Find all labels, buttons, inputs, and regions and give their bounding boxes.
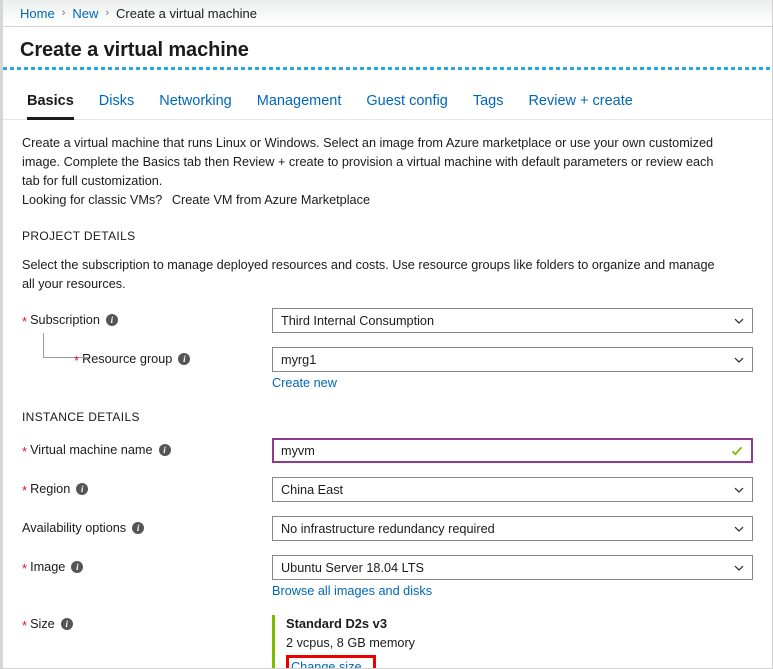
info-icon[interactable]: i [76, 483, 89, 495]
info-icon[interactable]: i [60, 618, 73, 630]
required-asterisk: * [22, 482, 28, 498]
tab-basics[interactable]: Basics [27, 93, 74, 120]
resource-group-label-group: * Resource group i [22, 347, 272, 368]
resource-group-field-col: myrg1 Create new [272, 347, 753, 390]
tab-bar: Basics Disks Networking Management Guest… [3, 84, 772, 120]
create-new-resource-group-link[interactable]: Create new [272, 376, 337, 390]
breadcrumb: Home › New › Create a virtual machine [3, 0, 772, 27]
image-row: * Image i Ubuntu Server 18.04 LTS Browse… [22, 555, 755, 598]
basics-form: Create a virtual machine that runs Linux… [3, 120, 772, 668]
valid-check-icon [731, 445, 743, 457]
project-details-description: Select the subscription to manage deploy… [22, 258, 715, 291]
classic-vm-question: Looking for classic VMs? [22, 193, 163, 207]
required-asterisk: * [22, 313, 28, 329]
vm-name-label-group: * Virtual machine name i [22, 438, 272, 459]
size-field-col: Standard D2s v3 2 vcpus, 8 GB memory Cha… [272, 615, 753, 668]
subscription-label-group: * Subscription i [22, 308, 272, 329]
region-row: * Region i China East [22, 477, 755, 502]
change-size-link[interactable]: Change size [291, 660, 362, 668]
size-row: * Size i Standard D2s v3 2 vcpus, 8 GB m… [22, 615, 755, 668]
subscription-select[interactable]: Third Internal Consumption [272, 308, 753, 333]
subscription-field-col: Third Internal Consumption [272, 308, 753, 333]
page-title: Create a virtual machine [20, 39, 249, 61]
tab-tags[interactable]: Tags [473, 93, 504, 120]
size-specs: 2 vcpus, 8 GB memory [286, 636, 416, 650]
size-summary: Standard D2s v3 2 vcpus, 8 GB memory Cha… [272, 615, 753, 668]
availability-options-value: No infrastructure redundancy required [281, 521, 495, 536]
title-area: Create a virtual machine [3, 27, 772, 67]
vm-name-field-col: myvm [272, 438, 753, 463]
availability-options-row: Availability options i No infrastructure… [22, 516, 755, 541]
region-select[interactable]: China East [272, 477, 753, 502]
tab-networking[interactable]: Networking [159, 93, 232, 120]
required-asterisk: * [74, 352, 80, 368]
intro-paragraph: Create a virtual machine that runs Linux… [22, 136, 714, 188]
vm-name-label: Virtual machine name [30, 443, 153, 457]
subscription-value: Third Internal Consumption [281, 313, 435, 328]
vm-name-row: * Virtual machine name i myvm [22, 438, 755, 463]
tab-review-create[interactable]: Review + create [528, 93, 632, 120]
chevron-down-icon [734, 524, 744, 533]
info-icon[interactable]: i [132, 522, 145, 534]
breadcrumb-separator: › [105, 7, 110, 19]
region-value: China East [281, 482, 344, 497]
project-details-heading: PROJECT DETAILS [22, 229, 136, 243]
required-asterisk: * [22, 617, 28, 633]
tab-disks[interactable]: Disks [99, 93, 134, 120]
create-vm-blade: Home › New › Create a virtual machine Cr… [0, 0, 773, 669]
availability-options-select[interactable]: No infrastructure redundancy required [272, 516, 753, 541]
resource-group-label: Resource group [82, 352, 173, 366]
blade-divider [3, 67, 772, 70]
instance-details-heading: INSTANCE DETAILS [22, 410, 140, 424]
info-icon[interactable]: i [158, 444, 171, 456]
resource-group-row: * Resource group i myrg1 Create new [22, 333, 755, 390]
required-asterisk: * [22, 560, 28, 576]
region-field-col: China East [272, 477, 753, 502]
breadcrumb-item-new[interactable]: New [72, 6, 98, 21]
image-value: Ubuntu Server 18.04 LTS [281, 560, 424, 575]
breadcrumb-separator: › [61, 7, 66, 19]
availability-options-label: Availability options [22, 521, 127, 535]
change-size-annotation: Change size [286, 655, 376, 668]
required-asterisk: * [22, 443, 28, 459]
create-vm-marketplace-link[interactable]: Create VM from Azure Marketplace [172, 193, 370, 207]
info-icon[interactable]: i [105, 314, 118, 326]
size-label: Size [30, 617, 55, 631]
image-label: Image [30, 560, 66, 574]
info-icon[interactable]: i [178, 353, 191, 365]
region-label: Region [30, 482, 71, 496]
classic-vm-line: Looking for classic VMs? Create VM from … [22, 193, 755, 207]
chevron-down-icon [734, 316, 744, 325]
tab-guest-config[interactable]: Guest config [366, 93, 447, 120]
vm-name-input[interactable]: myvm [272, 438, 753, 463]
resource-group-value: myrg1 [281, 352, 317, 367]
image-select[interactable]: Ubuntu Server 18.04 LTS [272, 555, 753, 580]
size-label-group: * Size i [22, 615, 272, 633]
resource-group-select[interactable]: myrg1 [272, 347, 753, 372]
image-label-group: * Image i [22, 555, 272, 576]
availability-options-label-group: Availability options i [22, 516, 272, 535]
size-name: Standard D2s v3 [286, 616, 388, 631]
subscription-row: * Subscription i Third Internal Consumpt… [22, 308, 755, 333]
info-icon[interactable]: i [71, 561, 84, 573]
chevron-down-icon [734, 355, 744, 364]
availability-options-field-col: No infrastructure redundancy required [272, 516, 753, 541]
chevron-down-icon [734, 563, 744, 572]
browse-images-link[interactable]: Browse all images and disks [272, 584, 432, 598]
chevron-down-icon [734, 485, 744, 494]
region-label-group: * Region i [22, 477, 272, 498]
tab-management[interactable]: Management [257, 93, 342, 120]
breadcrumb-item-home[interactable]: Home [20, 6, 55, 21]
image-field-col: Ubuntu Server 18.04 LTS Browse all image… [272, 555, 753, 598]
subscription-label: Subscription [30, 313, 100, 327]
breadcrumb-item-current: Create a virtual machine [116, 5, 257, 21]
vm-name-value: myvm [281, 443, 315, 458]
